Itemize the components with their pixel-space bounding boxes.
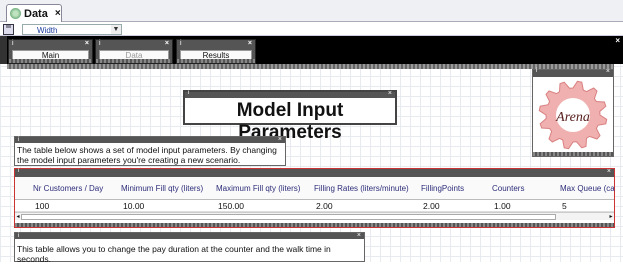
- frame-footer: [96, 59, 172, 63]
- grid-header-row: Nr Customers / Day Minimum Fill qty (lit…: [15, 177, 616, 200]
- close-icon[interactable]: ×: [165, 40, 169, 48]
- frame-footer: [9, 59, 92, 63]
- column-header[interactable]: Filling Rates (liters/minute): [314, 177, 414, 200]
- frame-footer: [177, 59, 255, 63]
- table-cell[interactable]: 2.00: [423, 200, 440, 212]
- close-icon[interactable]: ×: [388, 90, 392, 97]
- save-icon[interactable]: [3, 24, 14, 35]
- frame-header: [533, 70, 613, 77]
- column-header[interactable]: Minimum Fill qty (liters): [121, 177, 211, 200]
- logo-frame: i × Arena: [532, 68, 614, 157]
- table-row[interactable]: 100 10.00 150.00 2.00 2.00 1.00 5: [15, 200, 614, 212]
- table-cell[interactable]: 1.00: [494, 200, 511, 212]
- parameters-grid: i × Nr Customers / Day Minimum Fill qty …: [14, 168, 615, 228]
- navigation-bar-footer: [7, 64, 614, 69]
- column-header[interactable]: FillingPoints: [421, 177, 491, 200]
- close-icon[interactable]: ×: [606, 68, 610, 75]
- info-icon: i: [536, 68, 538, 74]
- close-icon[interactable]: ×: [278, 135, 282, 145]
- column-header[interactable]: Counters: [492, 177, 562, 200]
- tab-label: Data: [24, 7, 48, 20]
- close-icon[interactable]: ×: [85, 40, 89, 48]
- table-cell[interactable]: 2.00: [316, 200, 333, 212]
- frame-header: i ×: [96, 40, 172, 48]
- close-icon[interactable]: ×: [615, 36, 620, 45]
- close-icon[interactable]: ×: [357, 231, 361, 241]
- navigation-bar-edge: [0, 36, 7, 64]
- tab-data[interactable]: Data ×: [6, 4, 62, 22]
- description-frame-2: i × This table allows you to change the …: [14, 231, 365, 264]
- description-frame: i × The table below shows a set of model…: [14, 136, 286, 166]
- frame-footer: [533, 152, 613, 156]
- chevron-down-icon[interactable]: ▼: [111, 25, 121, 34]
- title-frame: i × Model Input Parameters: [183, 90, 397, 143]
- info-icon: i: [18, 168, 20, 174]
- description-text: The table below shows a set of model inp…: [17, 145, 277, 165]
- frame-header: [15, 233, 364, 239]
- close-icon[interactable]: ×: [55, 8, 61, 19]
- table-cell[interactable]: 5: [562, 200, 567, 212]
- info-icon: i: [99, 40, 101, 47]
- info-icon: i: [18, 233, 20, 239]
- data-tab-icon: [10, 8, 21, 19]
- results-nav-frame: i × Results: [176, 39, 256, 64]
- frame-header: i ×: [177, 40, 255, 48]
- frame-header: i ×: [9, 40, 92, 48]
- horizontal-scrollbar[interactable]: ◂ ▸: [15, 212, 614, 220]
- info-icon: i: [12, 40, 14, 47]
- tab-strip: [0, 0, 623, 22]
- width-combobox[interactable]: Width ▼: [22, 24, 122, 35]
- frame-header: [15, 137, 285, 143]
- frame-header: [185, 92, 395, 98]
- close-icon[interactable]: ×: [248, 40, 252, 48]
- logo-text: Arena: [555, 110, 590, 125]
- column-header[interactable]: Nr Customers / Day: [33, 177, 117, 200]
- column-header[interactable]: Maximum Fill qty (liters): [216, 177, 311, 200]
- table-cell[interactable]: 150.00: [218, 200, 244, 212]
- table-cell[interactable]: 10.00: [123, 200, 144, 212]
- scroll-right-icon[interactable]: ▸: [608, 213, 614, 221]
- combobox-value: Width: [37, 26, 58, 35]
- info-icon: i: [18, 137, 20, 143]
- scrollbar-thumb[interactable]: [21, 214, 556, 220]
- data-nav-frame: i × Data: [95, 39, 173, 64]
- close-icon[interactable]: ×: [607, 168, 611, 175]
- description-text: This table allows you to change the pay …: [17, 244, 331, 264]
- table-cell[interactable]: 100: [35, 200, 49, 212]
- column-header[interactable]: Max Queue (ca: [560, 177, 616, 200]
- info-icon: i: [180, 40, 182, 47]
- arena-gear-logo: Arena: [538, 80, 608, 150]
- frame-footer: [15, 223, 614, 227]
- frame-header: [15, 169, 614, 177]
- main-nav-frame: i × Main: [8, 39, 93, 64]
- info-icon: i: [188, 90, 190, 96]
